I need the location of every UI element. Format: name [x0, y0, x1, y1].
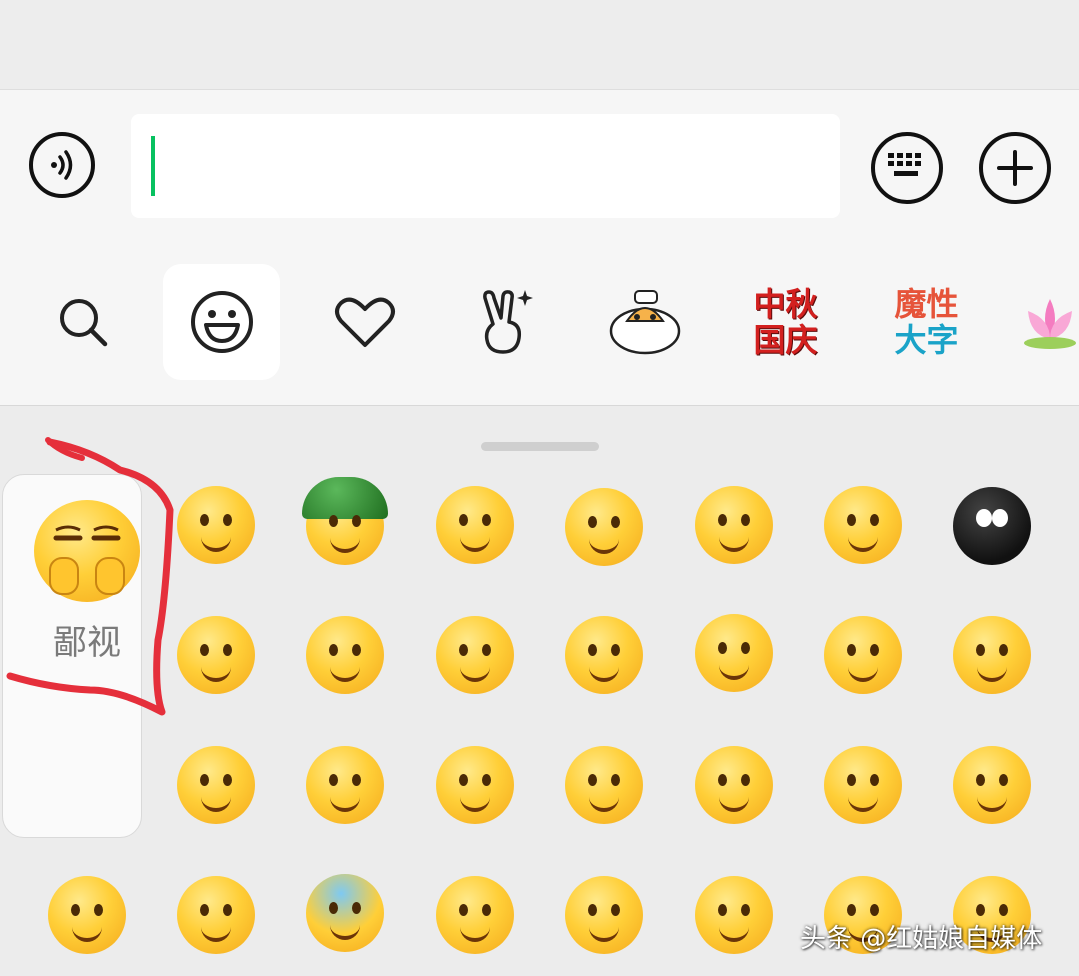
tab-sticker-pack-moxing[interactable]: 魔性 大字	[868, 264, 985, 380]
voice-icon	[51, 150, 73, 180]
watermark: 头条 @红姑娘自媒体	[800, 924, 1043, 954]
tab-sticker-maker[interactable]	[445, 264, 562, 380]
tab-sticker-pack-lotus[interactable]	[1020, 264, 1079, 380]
emoji-grin[interactable]	[177, 486, 255, 564]
emoji-sad[interactable]	[306, 746, 384, 824]
keyboard-icon	[888, 153, 921, 176]
tab-emoji[interactable]	[163, 264, 280, 380]
lotus-icon	[1024, 299, 1076, 349]
sticker-text-line: 中秋	[753, 285, 818, 323]
emoji-scream[interactable]	[306, 874, 384, 952]
emoji-cover-mouth[interactable]	[177, 746, 255, 824]
emoji-preview-label: 鄙视	[53, 623, 121, 663]
emoji-pray[interactable]	[695, 614, 773, 692]
sticker-text-line: 魔性	[894, 285, 959, 323]
emoji-face-mask[interactable]	[953, 746, 1031, 824]
top-empty-area	[0, 0, 1079, 89]
emoji-thinking-hand[interactable]	[695, 876, 773, 954]
emoji-sweat-unamused[interactable]	[436, 616, 514, 694]
more-options-button[interactable]	[979, 132, 1051, 204]
smiley-face-icon	[190, 291, 253, 353]
emoji-flushed[interactable]	[48, 876, 126, 954]
emoji-panel	[0, 405, 1079, 976]
emoji-black-ball-tears[interactable]	[953, 487, 1031, 565]
emoji-pensive[interactable]	[436, 876, 514, 954]
emoji-tears-of-joy[interactable]	[177, 876, 255, 954]
emoji-unamused[interactable]	[565, 876, 643, 954]
sticker-text-line: 大字	[894, 321, 959, 359]
emoji-grimace-grin[interactable]	[824, 616, 902, 694]
plus-icon	[997, 150, 1033, 186]
emoji-shush[interactable]	[695, 486, 773, 564]
emoji-crying-angry[interactable]	[436, 486, 514, 564]
emoji-smirk-grin[interactable]	[436, 746, 514, 824]
heart-icon	[334, 297, 395, 347]
emoji-confused-question[interactable]	[565, 488, 643, 566]
voice-button[interactable]	[29, 132, 95, 198]
tab-search[interactable]	[24, 264, 141, 380]
disdain-face-icon	[49, 525, 125, 595]
emoji-big-smile[interactable]	[824, 746, 902, 824]
tab-sticker-pack-tiger[interactable]	[586, 264, 703, 380]
message-input[interactable]	[131, 114, 840, 218]
emoji-smirk-blush[interactable]	[953, 616, 1031, 694]
tab-favorites[interactable]	[306, 264, 423, 380]
emoji-green-helmet[interactable]	[302, 477, 388, 565]
sticker-text-line: 国庆	[753, 321, 818, 359]
keyboard-toggle-button[interactable]	[871, 132, 943, 204]
emoji-pan-hit[interactable]	[177, 616, 255, 694]
peace-hand-icon	[482, 290, 533, 354]
panel-drag-handle[interactable]	[481, 442, 599, 451]
emoji-preview-image	[34, 500, 140, 602]
text-cursor	[151, 136, 155, 196]
emoji-facepalm-smile[interactable]	[306, 616, 384, 694]
tab-sticker-pack-zhongqiu[interactable]: 中秋 国庆	[727, 264, 844, 380]
search-icon	[59, 299, 107, 347]
tiger-bun-sticker-icon	[609, 290, 680, 355]
emoji-kiss[interactable]	[565, 746, 643, 824]
emoji-pleading[interactable]	[695, 746, 773, 824]
emoji-thinking[interactable]	[565, 616, 643, 694]
emoji-dizzy[interactable]	[824, 486, 902, 564]
